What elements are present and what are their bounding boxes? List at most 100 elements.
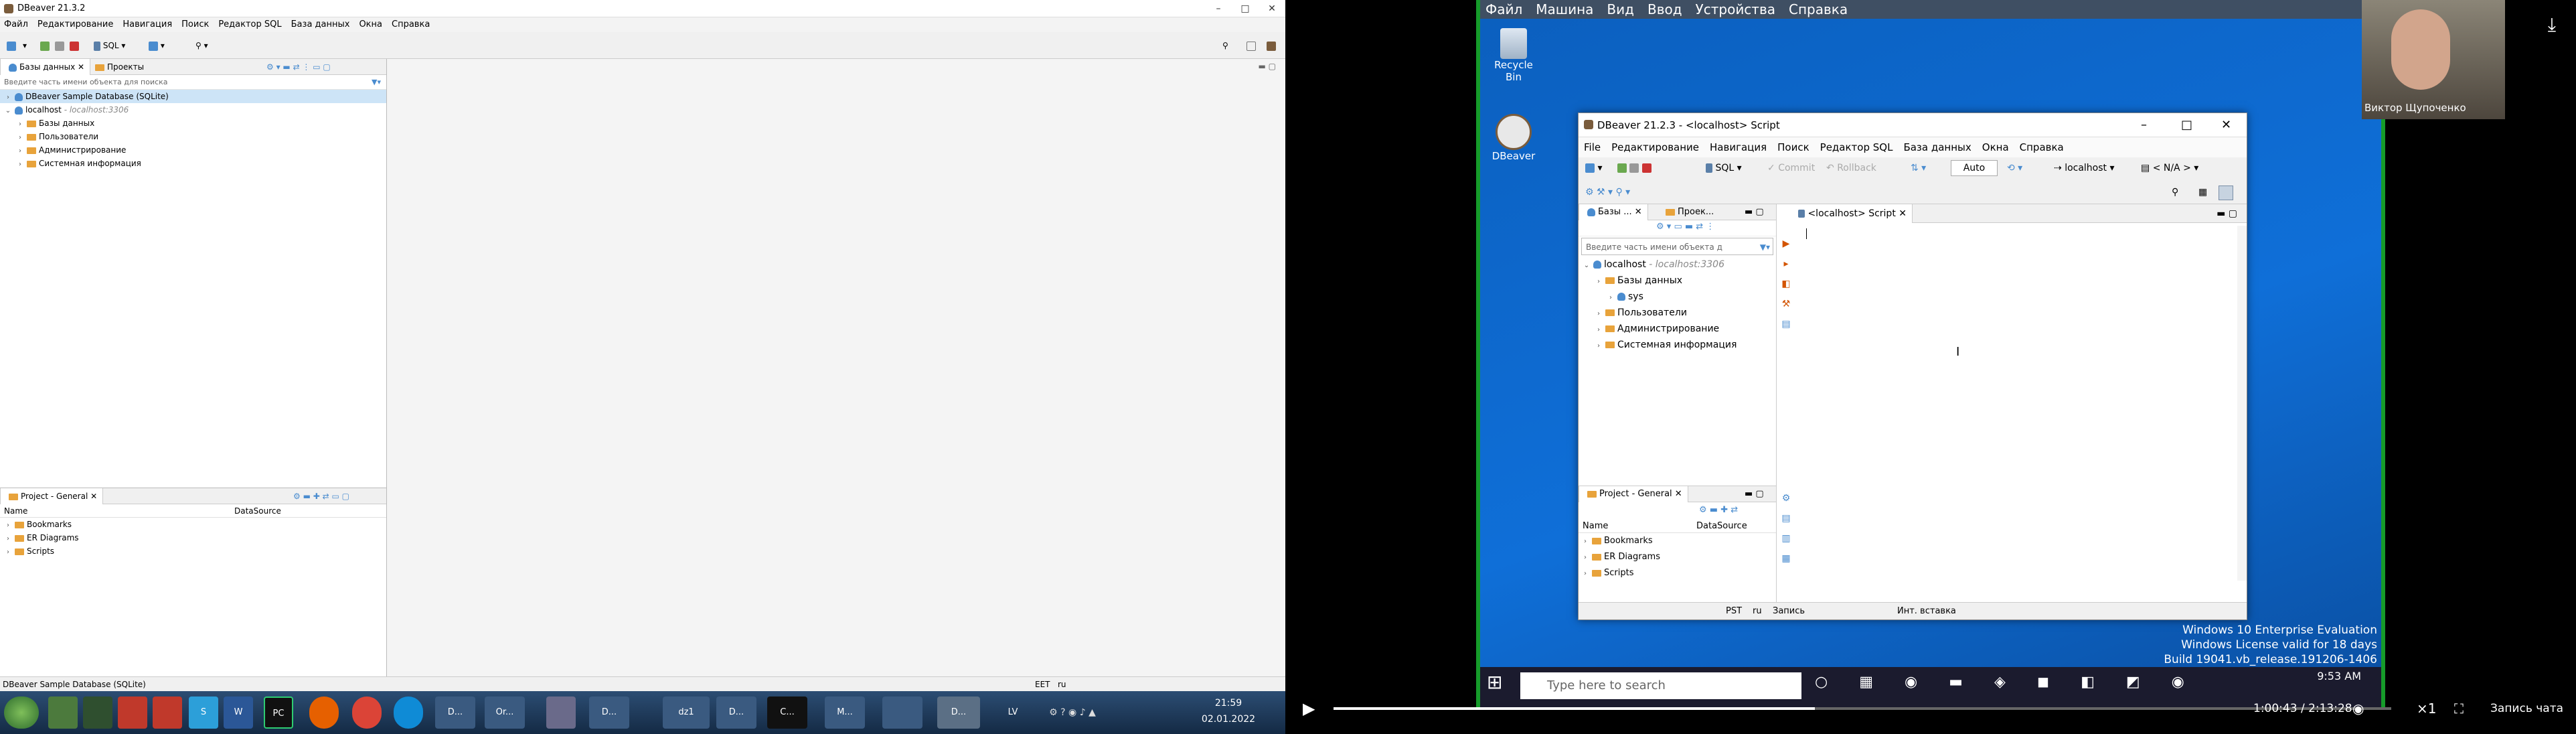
tree-node[interactable]: ⌄ localhost - localhost:3306 xyxy=(1579,256,1776,273)
vm-project-row[interactable]: › Scripts xyxy=(1579,565,1776,581)
vm-win-menu-edit[interactable]: Редактирование xyxy=(1611,137,1699,157)
vm-clock[interactable]: 9:53 AM xyxy=(2317,670,2361,682)
taskbar-app-icon[interactable] xyxy=(153,696,182,729)
vm-sql-button[interactable]: SQL ▾ xyxy=(1706,163,1742,173)
play-button[interactable]: ▶ xyxy=(1303,683,1315,734)
tree-node[interactable]: › sys xyxy=(1579,289,1776,305)
tree-node[interactable]: ⌄ localhost - localhost:3306 xyxy=(0,103,386,117)
vm-menu-input[interactable]: Ввод xyxy=(1647,0,1682,19)
project-row-er-diagrams[interactable]: › ER Diagrams xyxy=(0,531,386,544)
vm-auto-commit-field[interactable]: Auto xyxy=(1951,160,1998,176)
expand-arrow-icon[interactable]: › xyxy=(1595,322,1603,338)
speed-button[interactable]: ×1 xyxy=(2417,683,2436,734)
vm-project-row[interactable]: › ER Diagrams xyxy=(1579,549,1776,565)
vm-filter-icon[interactable]: ▼▾ xyxy=(1760,238,1770,256)
chat-record-button[interactable]: Запись чата xyxy=(2490,683,2563,734)
vm-transaction-mode-icon[interactable]: ⇅ ▾ xyxy=(1911,163,1926,173)
menu-search[interactable]: Поиск xyxy=(181,17,209,32)
taskbar-item-7[interactable]: M... xyxy=(825,696,865,729)
vm-commit-button[interactable]: ✓ Commit xyxy=(1767,163,1815,173)
vm-new-connection-icon[interactable]: ▾ xyxy=(1585,163,1602,173)
vm-connection-selector[interactable]: ⇢ localhost ▾ xyxy=(2054,163,2115,173)
taskbar-item-5[interactable]: D... xyxy=(716,696,756,729)
taskbar-app-icon[interactable] xyxy=(118,696,147,729)
expand-arrow-icon[interactable]: › xyxy=(1595,274,1603,290)
taskbar-item-1[interactable]: D... xyxy=(435,696,475,729)
tree-node[interactable]: › Администрирование xyxy=(0,143,386,157)
vm-menu-help[interactable]: Справка xyxy=(1789,0,1848,19)
editor-minmax-icon[interactable]: ▬ ▢ xyxy=(1259,62,1277,71)
close-button[interactable]: ✕ xyxy=(1259,0,1285,17)
column-datasource[interactable]: DataSource xyxy=(230,504,281,517)
vm-win-menu-sql[interactable]: Редактор SQL xyxy=(1820,137,1893,157)
taskbar-item-9[interactable]: D... xyxy=(937,696,980,729)
minimize-button[interactable]: – xyxy=(1205,0,1232,17)
expand-arrow-icon[interactable]: › xyxy=(16,131,24,145)
menu-navigate[interactable]: Навигация xyxy=(123,17,172,32)
tree-node[interactable]: › Системная информация xyxy=(0,157,386,170)
explain-plan-icon[interactable]: ⚒ xyxy=(1779,294,1793,314)
edge-icon[interactable] xyxy=(394,696,423,729)
taskbar-item-8[interactable] xyxy=(882,696,922,729)
editor-area[interactable]: ▬ ▢ xyxy=(387,59,1285,676)
expand-arrow-icon[interactable]: › xyxy=(1607,290,1615,306)
global-search-icon[interactable]: ⚲ xyxy=(1222,39,1228,52)
vm-editor-minmax-icon[interactable]: ▬ ▢ xyxy=(2217,204,2237,223)
recycle-bin-desktop-icon[interactable]: Recycle Bin xyxy=(1485,28,1542,83)
vm-win-menu-window[interactable]: Окна xyxy=(1982,137,2009,157)
vm-column-name[interactable]: Name xyxy=(1579,520,1696,532)
navigator-actions-icon[interactable]: ⚙ ▾ ▬ ⇄ ⋮ ▭ ▢ xyxy=(261,59,336,75)
pycharm-icon[interactable]: PC xyxy=(264,696,293,729)
expand-arrow-icon[interactable]: ⌄ xyxy=(4,104,12,118)
stop-icon[interactable] xyxy=(70,39,79,52)
vm-win-menu-file[interactable]: File xyxy=(1584,137,1601,157)
disconnect-icon[interactable] xyxy=(55,39,64,52)
vm-filter-input[interactable]: Введите часть имени объекта д ▼▾ xyxy=(1581,238,1773,255)
tray-icons[interactable]: ⚙ ? ◉ ♪ ▲ xyxy=(1026,696,1119,729)
sql-editor-button[interactable]: SQL ▾ xyxy=(94,39,125,52)
start-button[interactable] xyxy=(4,696,39,729)
vm-tab-databases[interactable]: Базы ... ✕ xyxy=(1579,204,1648,220)
taskbar-app-icon[interactable] xyxy=(83,696,112,729)
virtualbox-icon[interactable] xyxy=(546,696,576,729)
vm-project-minmax-icon[interactable]: ▬ ▢ xyxy=(1739,486,1769,502)
menu-window[interactable]: Окна xyxy=(359,17,382,32)
menu-sql-editor[interactable]: Редактор SQL xyxy=(218,17,281,32)
fullscreen-icon[interactable]: ⛶ xyxy=(2454,683,2464,734)
search-icon[interactable]: ⚲ ▾ xyxy=(195,39,208,52)
dbeaver-desktop-icon[interactable]: DBeaver xyxy=(1485,114,1542,162)
clock[interactable]: 21:59 02.01.2022 xyxy=(1192,695,1265,727)
maximize-button[interactable]: □ xyxy=(1232,0,1259,17)
execute-new-tab-icon[interactable]: ◧ xyxy=(1779,274,1793,294)
taskbar-item-2[interactable]: Or... xyxy=(485,696,525,729)
firefox-icon[interactable] xyxy=(309,696,339,729)
tree-node[interactable]: › Системная информация xyxy=(1579,337,1776,353)
taskbar-item-4[interactable]: dz1 xyxy=(663,696,710,729)
panels-icon[interactable]: ▥ xyxy=(1779,528,1793,548)
vm-win-menu-database[interactable]: База данных xyxy=(1903,137,1971,157)
expand-arrow-icon[interactable]: › xyxy=(1595,338,1603,354)
vm-tab-projects[interactable]: Проек... xyxy=(1658,204,1719,220)
filter-icon[interactable]: ▼▾ xyxy=(372,75,381,90)
expand-arrow-icon[interactable]: › xyxy=(16,118,24,131)
perspective-icon[interactable] xyxy=(1246,39,1256,52)
vm-tab-project-general[interactable]: Project - General ✕ xyxy=(1579,486,1688,502)
tree-node[interactable]: › DBeaver Sample Database (SQLite) xyxy=(0,90,386,103)
transaction-icon[interactable]: ▾ xyxy=(149,39,165,52)
settings-icon[interactable]: ⚙ xyxy=(1779,488,1793,508)
project-row-scripts[interactable]: › Scripts xyxy=(0,544,386,558)
vm-search-icon[interactable]: ⚲ xyxy=(2172,187,2178,198)
vm-column-datasource[interactable]: DataSource xyxy=(1696,520,1747,532)
format-icon[interactable]: ▤ xyxy=(1779,314,1793,334)
vm-win-menu-help[interactable]: Справка xyxy=(2020,137,2064,157)
vm-minimize-button[interactable]: – xyxy=(2141,113,2147,137)
vm-sql-editor[interactable]: I xyxy=(1802,226,2237,581)
expand-arrow-icon[interactable]: › xyxy=(16,145,24,158)
menu-edit[interactable]: Редактирование xyxy=(37,17,113,32)
taskbar-app-icon[interactable] xyxy=(48,696,78,729)
vm-toolbar-row2-icons[interactable]: ⚙ ⚒ ▾ ⚲ ▾ xyxy=(1585,187,1630,198)
skype-icon[interactable]: S xyxy=(189,696,218,729)
seek-bar[interactable] xyxy=(1334,707,2391,710)
project-actions-icon[interactable]: ⚙ ▬ ✚ ⇄ ▭ ▢ xyxy=(288,488,355,504)
expand-arrow-icon[interactable]: › xyxy=(1595,306,1603,322)
